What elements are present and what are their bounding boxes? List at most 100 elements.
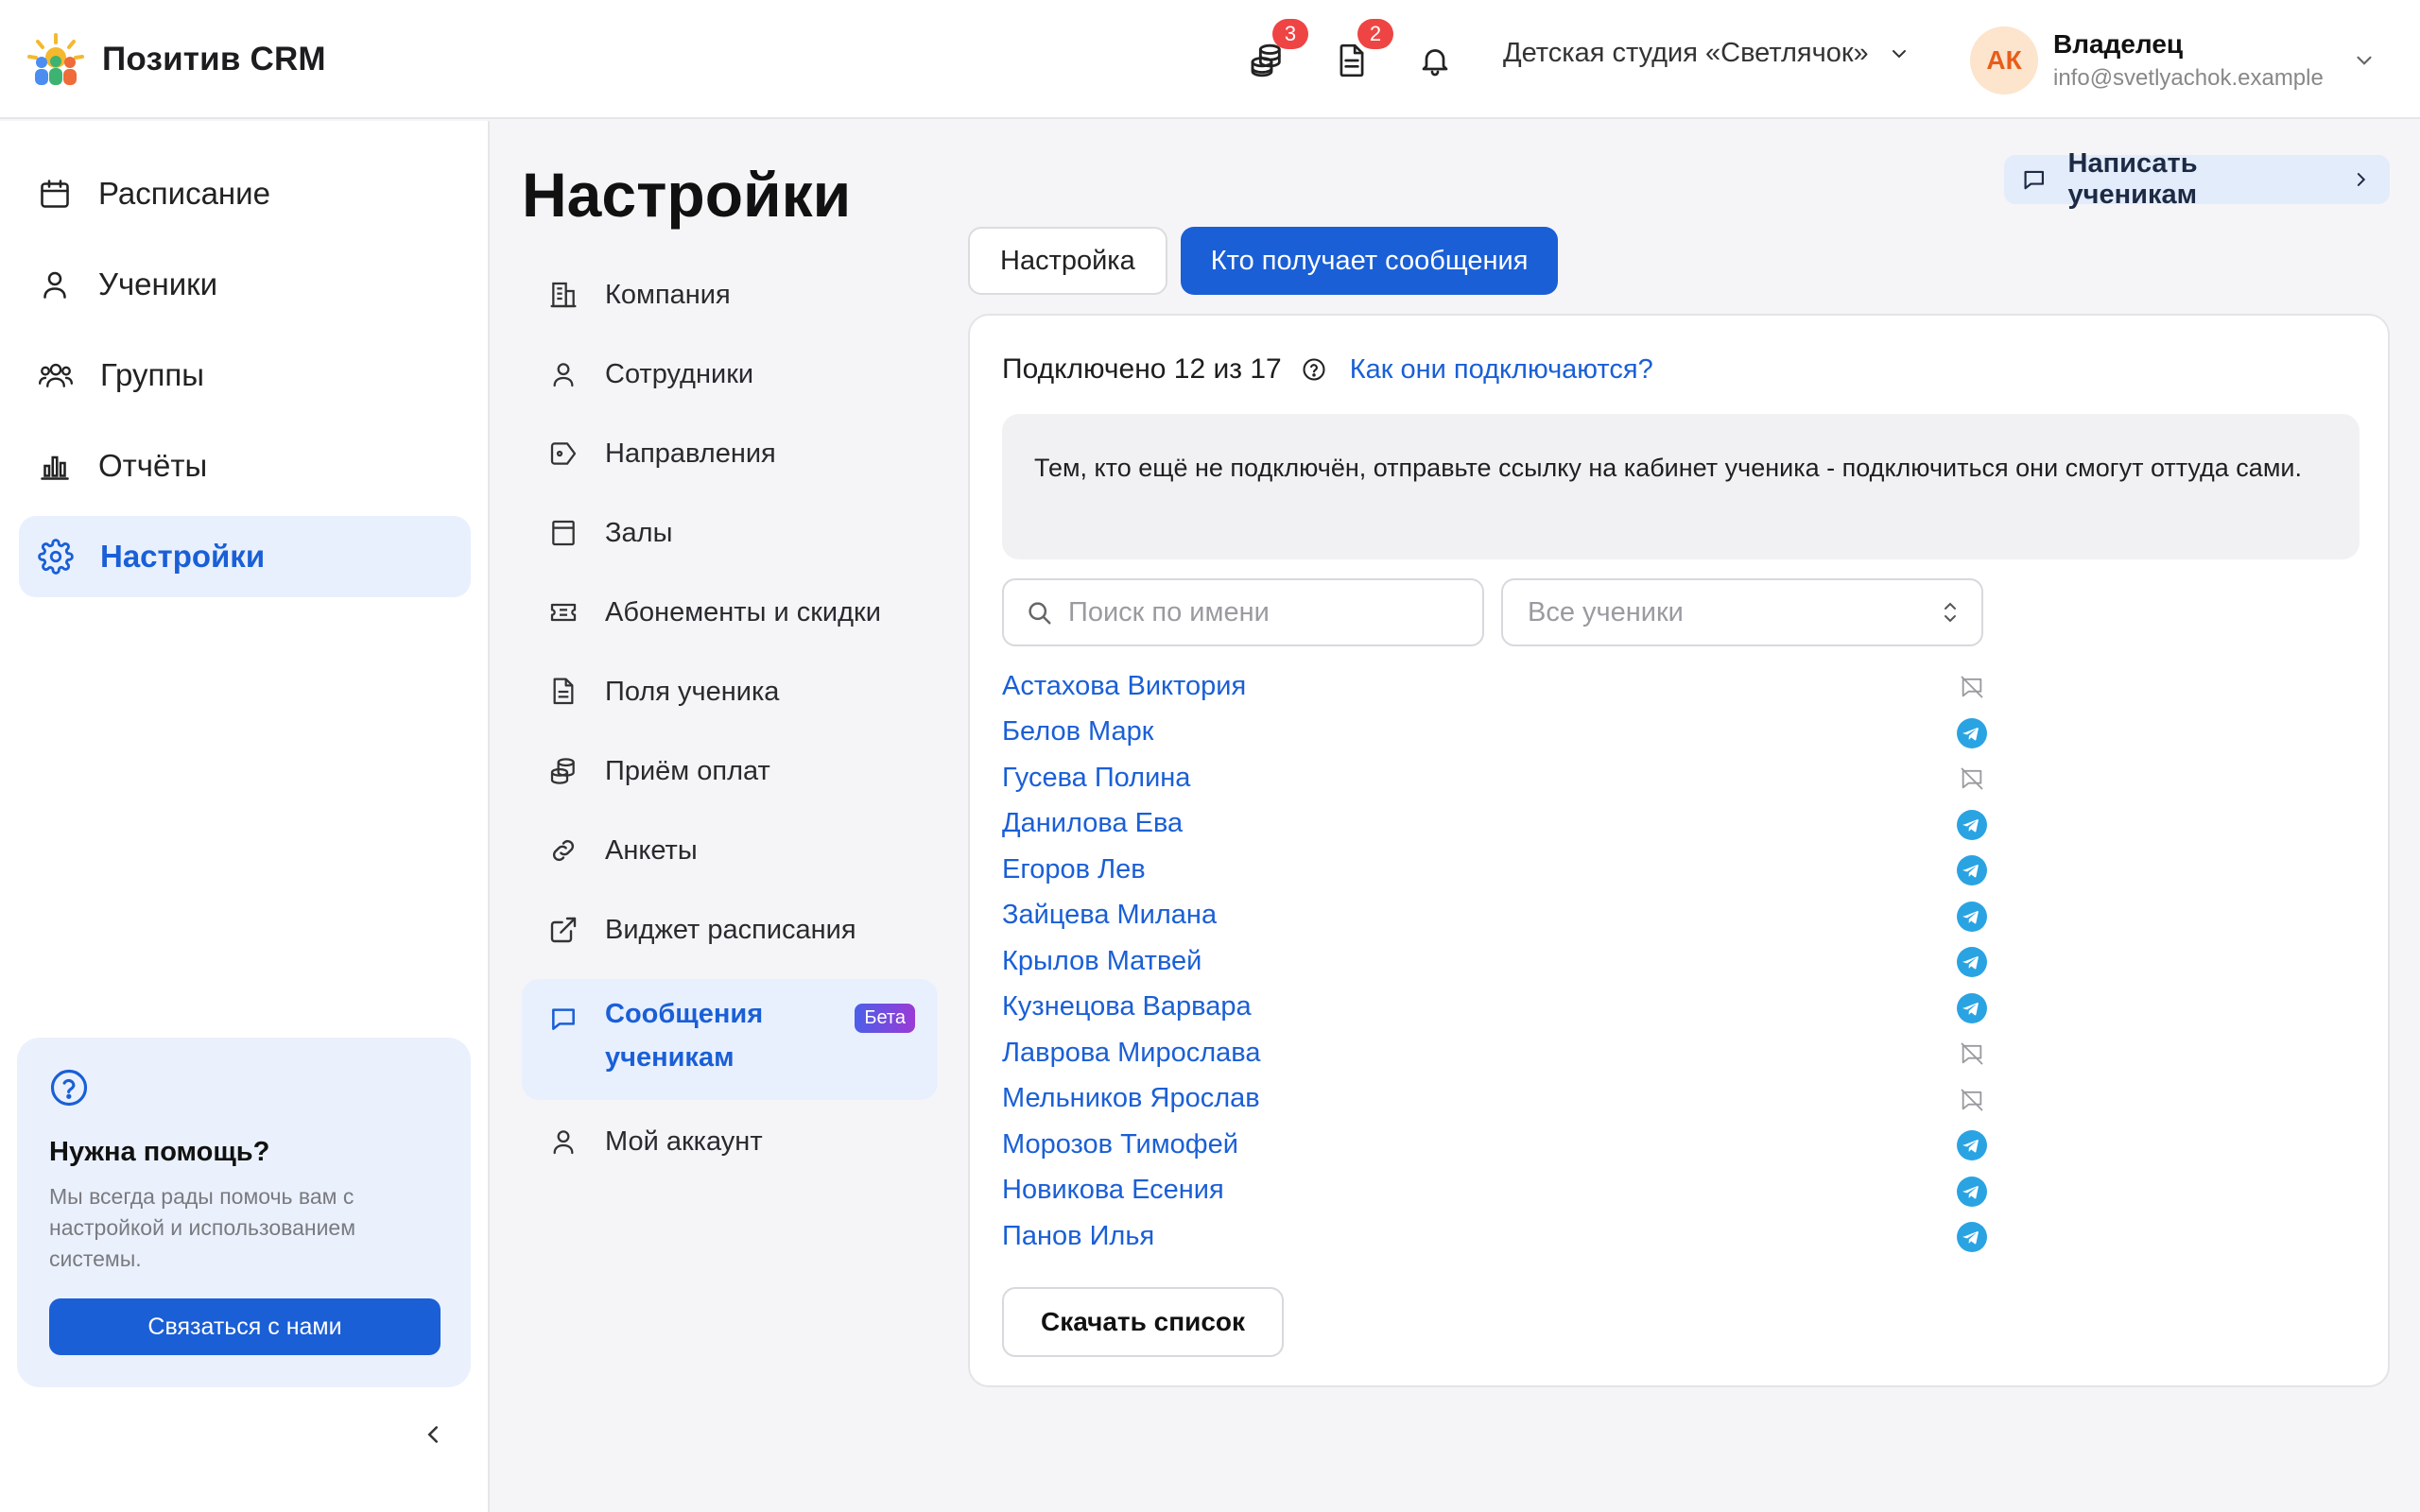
status-connected bbox=[1957, 717, 1987, 748]
download-list-button[interactable]: Скачать список bbox=[1002, 1287, 1284, 1357]
student-name-link[interactable]: Гусева Полина bbox=[1002, 763, 1190, 794]
status-not-connected bbox=[1957, 764, 1987, 794]
write-button-label: Написать ученикам bbox=[2067, 148, 2198, 210]
telegram-icon bbox=[1957, 1222, 1987, 1252]
settings-item-widget[interactable]: Виджет расписания bbox=[522, 900, 938, 960]
student-name-link[interactable]: Астахова Виктория bbox=[1002, 671, 1246, 702]
write-to-students-button[interactable]: Написать ученикам bbox=[2004, 148, 2390, 210]
student-name-link[interactable]: Панов Илья bbox=[1002, 1221, 1154, 1252]
sidebar-item-students[interactable]: Ученики bbox=[19, 244, 471, 325]
students-filter-select[interactable]: Все ученики bbox=[1501, 578, 1983, 646]
status-connected bbox=[1957, 901, 1987, 932]
sidebar-item-label: Расписание bbox=[98, 176, 270, 211]
tab-setup[interactable]: Настройка bbox=[968, 227, 1167, 295]
student-name-link[interactable]: Зайцева Милана bbox=[1002, 900, 1217, 931]
settings-item-my-account[interactable]: Мой аккаунт bbox=[522, 1111, 938, 1172]
help-title: Нужна помощь? bbox=[49, 1137, 270, 1167]
studio-name: Детская студия «Светлячок» bbox=[1503, 38, 1869, 68]
settings-item-label: Мой аккаунт bbox=[605, 1125, 763, 1157]
search-input[interactable] bbox=[1068, 596, 1465, 628]
chat-icon bbox=[2024, 170, 2045, 190]
student-name-link[interactable]: Мельников Ярослав bbox=[1002, 1083, 1260, 1114]
user-icon bbox=[43, 271, 66, 299]
contact-us-button[interactable]: Связаться с нами bbox=[49, 1298, 441, 1355]
status-connected bbox=[1957, 809, 1987, 840]
user-email: info@svetlyachok.example bbox=[2053, 65, 2324, 91]
sidebar-item-schedule[interactable]: Расписание bbox=[19, 153, 471, 234]
telegram-icon bbox=[1957, 992, 1987, 1023]
question-circle-icon bbox=[50, 1069, 88, 1107]
chevron-right-icon bbox=[2358, 173, 2366, 186]
settings-item-messages[interactable]: Сообщения ученикам Бета bbox=[522, 979, 938, 1100]
payments-button[interactable]: 3 bbox=[1246, 19, 1308, 81]
sidebar-item-groups[interactable]: Группы bbox=[19, 335, 471, 416]
how-connect-link[interactable]: Как они подключаются? bbox=[1350, 354, 1653, 386]
chevron-down-icon bbox=[2357, 56, 2372, 65]
status-connected bbox=[1957, 947, 1987, 977]
settings-item-label: Направления bbox=[605, 438, 776, 469]
sidebar-item-label: Настройки bbox=[100, 539, 266, 574]
student-name-link[interactable]: Кузнецова Варвара bbox=[1002, 991, 1252, 1022]
ticket-icon bbox=[550, 603, 577, 622]
external-link-icon bbox=[550, 917, 577, 943]
settings-item-label: Виджет расписания bbox=[605, 914, 856, 945]
notifications-button[interactable] bbox=[1414, 40, 1456, 81]
documents-button[interactable]: 2 bbox=[1331, 19, 1393, 81]
student-name-link[interactable]: Морозов Тимофей bbox=[1002, 1129, 1238, 1160]
app-name: Позитив CRM bbox=[102, 41, 326, 77]
user-icon bbox=[553, 363, 574, 387]
student-name-link[interactable]: Лаврова Мирослава bbox=[1002, 1038, 1260, 1069]
telegram-icon bbox=[1957, 1130, 1987, 1160]
app-logo[interactable]: Позитив CRM bbox=[26, 32, 326, 87]
user-icon bbox=[553, 1130, 574, 1155]
sidebar-item-reports[interactable]: Отчёты bbox=[19, 425, 471, 507]
gear-icon bbox=[38, 539, 74, 575]
chat-icon bbox=[552, 1008, 575, 1030]
sidebar-item-settings[interactable]: Настройки bbox=[19, 516, 471, 597]
settings-item-directions[interactable]: Направления bbox=[522, 423, 938, 484]
settings-item-forms[interactable]: Анкеты bbox=[522, 820, 938, 881]
student-name-link[interactable]: Данилова Ева bbox=[1002, 808, 1183, 839]
student-row: Крылов Матвей bbox=[1002, 938, 2014, 985]
student-name-link[interactable]: Новикова Есения bbox=[1002, 1175, 1224, 1206]
student-name-link[interactable]: Егоров Лев bbox=[1002, 854, 1146, 885]
studio-selector[interactable]: Детская студия «Светлячок» bbox=[1503, 38, 1910, 69]
room-icon bbox=[552, 520, 575, 546]
documents-badge: 2 bbox=[1357, 19, 1393, 49]
chevron-updown-icon bbox=[1945, 602, 1956, 623]
settings-item-label: Абонементы и скидки bbox=[605, 596, 881, 627]
student-row: Астахова Виктория bbox=[1002, 663, 2014, 710]
settings-item-rooms[interactable]: Залы bbox=[522, 503, 938, 563]
avatar: АК bbox=[1970, 26, 2038, 94]
settings-item-student-fields[interactable]: Поля ученика bbox=[522, 662, 938, 722]
collapse-sidebar-button[interactable] bbox=[416, 1418, 450, 1452]
settings-item-company[interactable]: Компания bbox=[522, 265, 938, 325]
building-icon bbox=[550, 282, 577, 308]
settings-item-subscriptions[interactable]: Абонементы и скидки bbox=[522, 582, 938, 643]
question-circle-icon bbox=[1303, 358, 1325, 381]
payments-badge: 3 bbox=[1272, 19, 1308, 49]
tab-recipients[interactable]: Кто получает сообщения bbox=[1180, 227, 1559, 295]
sidebar-item-label: Группы bbox=[100, 357, 204, 392]
search-field[interactable] bbox=[1002, 578, 1484, 646]
student-row: Морозов Тимофей bbox=[1002, 1122, 2014, 1168]
status-connected bbox=[1957, 855, 1987, 885]
sidebar: Расписание Ученики Группы Отчёты Настрой… bbox=[0, 121, 490, 1512]
status-connected bbox=[1957, 1176, 1987, 1207]
settings-item-staff[interactable]: Сотрудники bbox=[522, 344, 938, 404]
telegram-icon bbox=[1957, 809, 1987, 840]
student-row: Панов Илья bbox=[1002, 1213, 2014, 1260]
user-menu[interactable]: АК Владелец info@svetlyachok.example bbox=[1970, 26, 2377, 94]
chevron-left-icon bbox=[427, 1426, 438, 1443]
student-name-link[interactable]: Крылов Матвей bbox=[1002, 946, 1201, 977]
chevron-down-icon bbox=[1892, 49, 1906, 58]
student-row: Данилова Ева bbox=[1002, 801, 2014, 848]
page-title: Настройки bbox=[522, 160, 852, 230]
settings-item-label: Поля ученика bbox=[605, 676, 780, 707]
student-name-link[interactable]: Белов Марк bbox=[1002, 716, 1153, 747]
coins-icon bbox=[550, 758, 575, 784]
student-row: Лаврова Мирослава bbox=[1002, 1030, 2014, 1076]
sidebar-item-label: Ученики bbox=[98, 266, 218, 301]
settings-item-payments[interactable]: Приём оплат bbox=[522, 741, 938, 801]
search-icon bbox=[1028, 602, 1051, 625]
